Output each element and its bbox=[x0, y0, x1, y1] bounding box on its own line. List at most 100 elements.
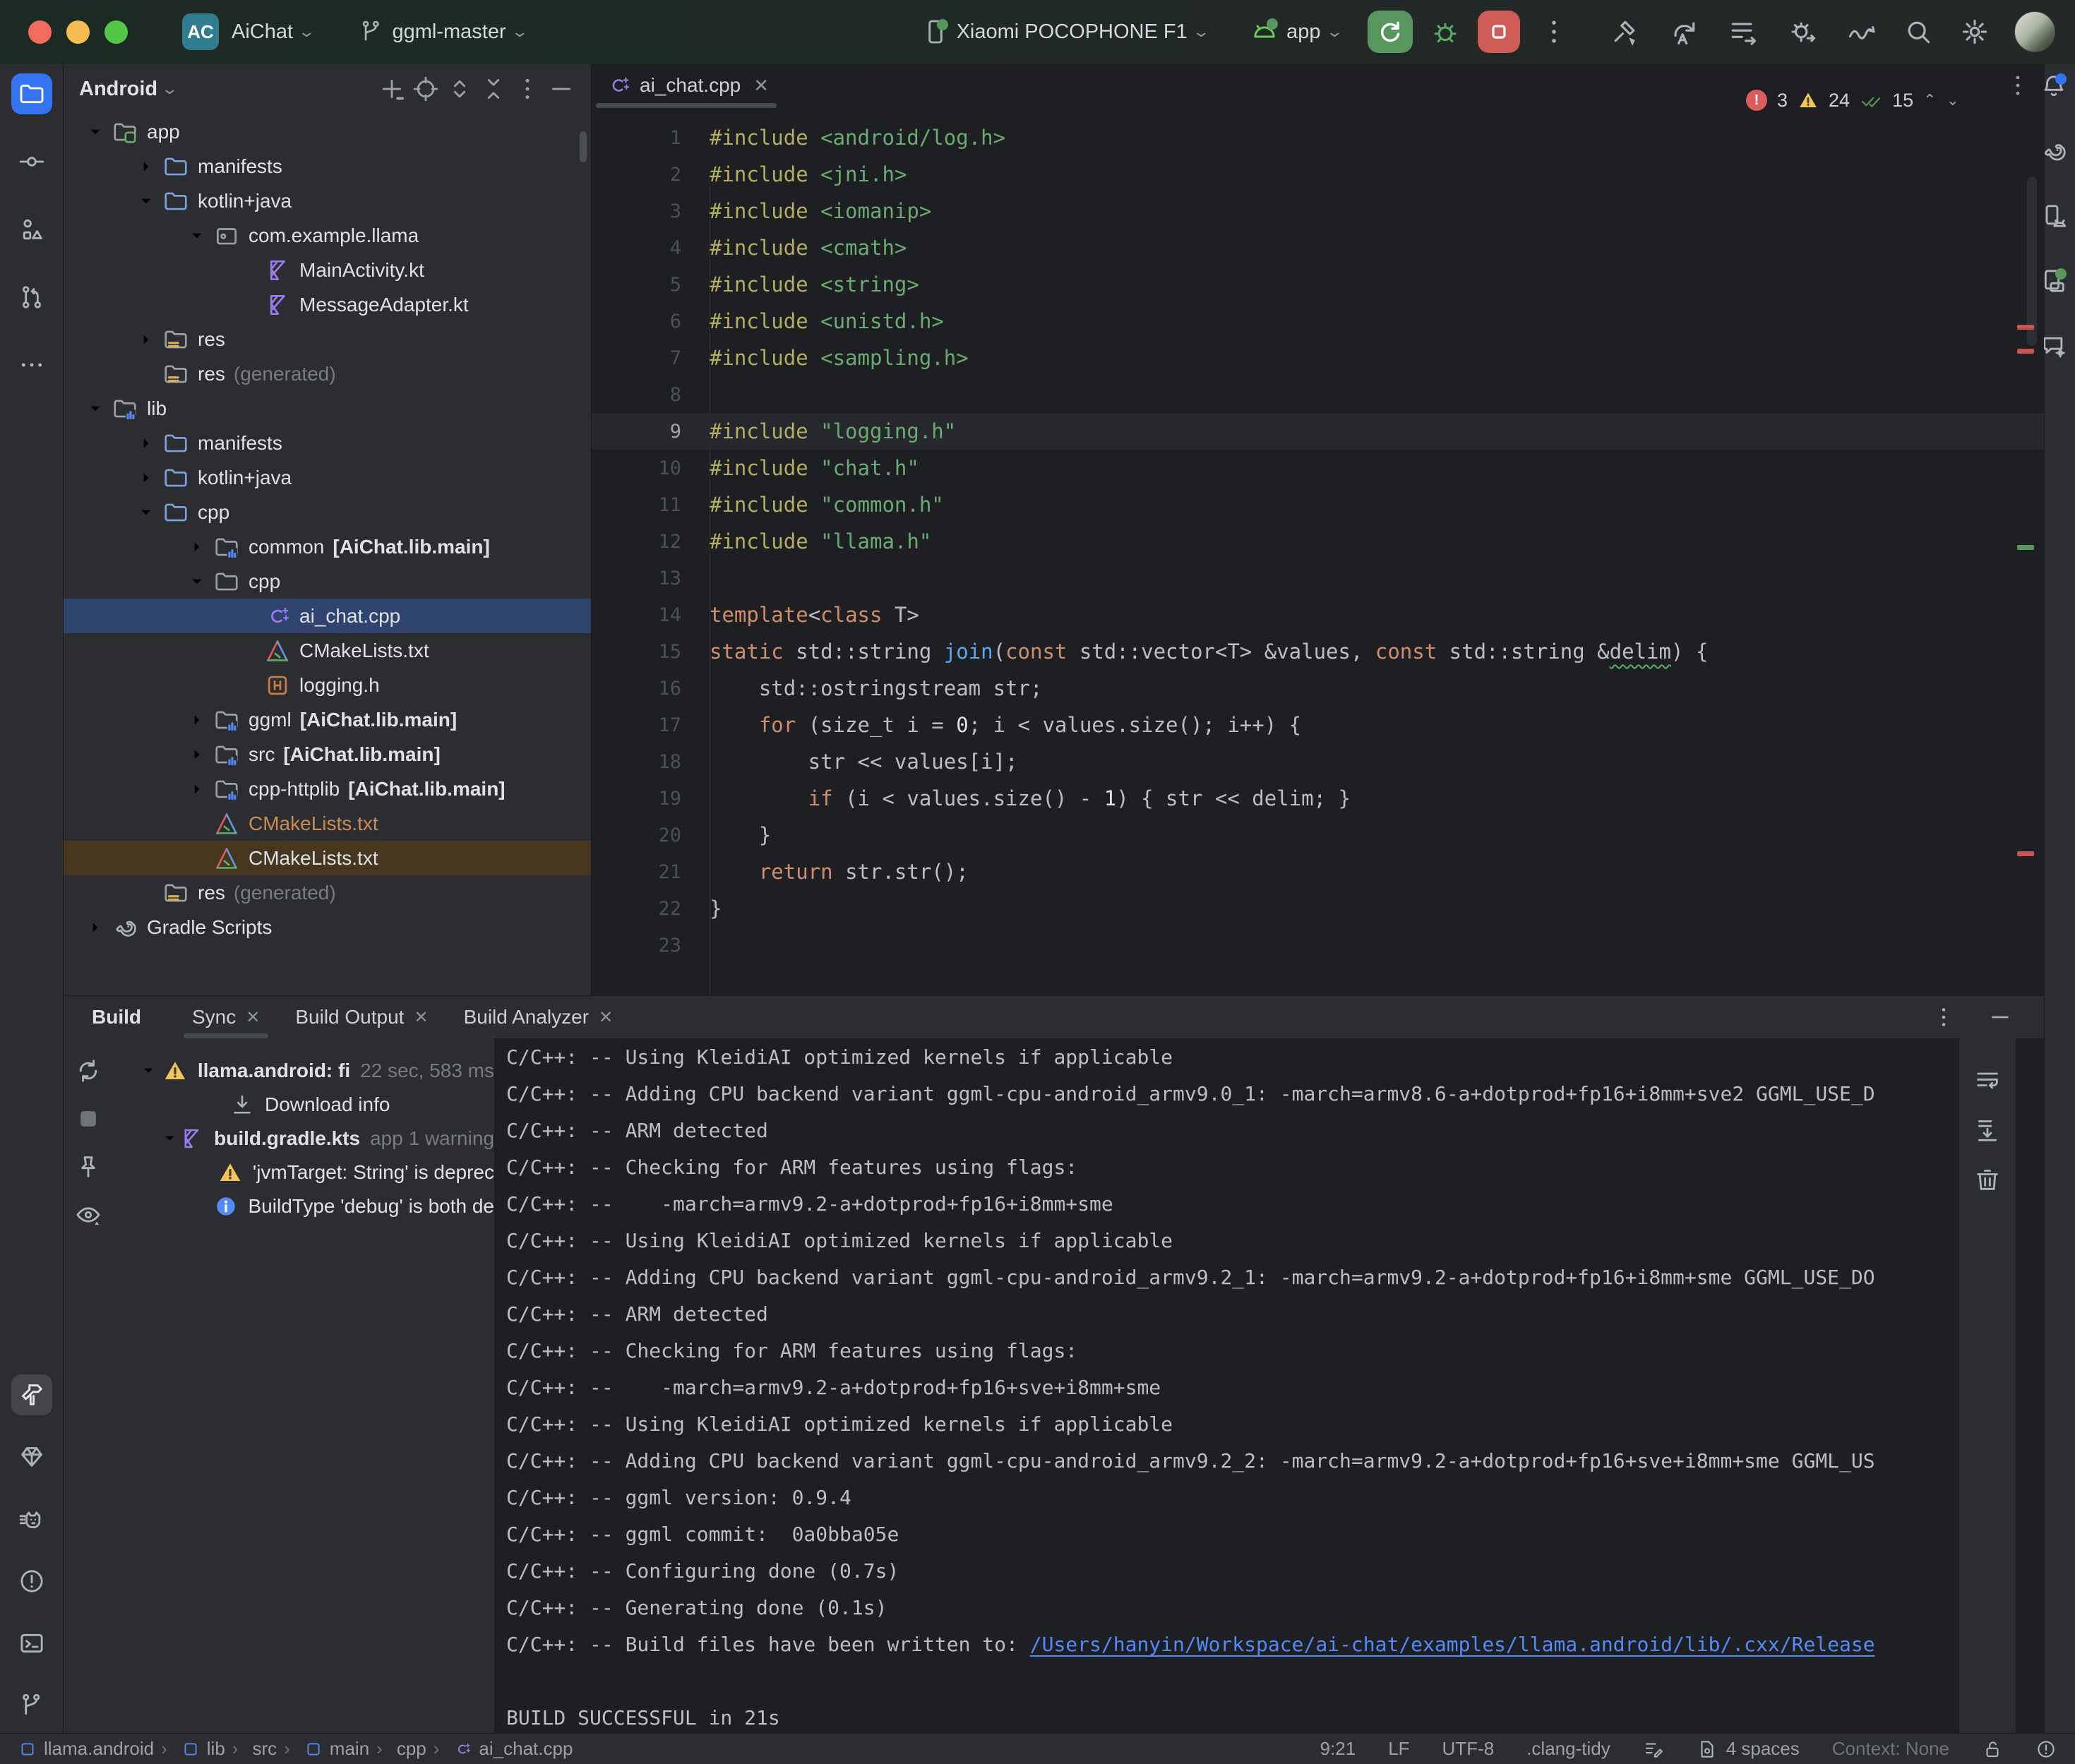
tree-item[interactable]: res (generated) bbox=[64, 356, 591, 391]
tree-item[interactable]: res bbox=[64, 322, 591, 356]
code-line[interactable]: 2 #include <jni.h> bbox=[592, 156, 2044, 193]
tree-expand-chevron[interactable] bbox=[83, 392, 107, 425]
build-tree-row[interactable]: BuildType 'debug' is both de bbox=[113, 1189, 494, 1223]
build-tree-row[interactable]: Download info bbox=[113, 1088, 494, 1122]
tree-item[interactable]: logging.h bbox=[64, 668, 591, 702]
breadcrumb-item[interactable]: llama.android bbox=[18, 1738, 154, 1760]
context-indicator[interactable]: Context: None bbox=[1832, 1738, 1949, 1760]
breadcrumb-item[interactable]: ai_chat.cpp bbox=[433, 1738, 573, 1760]
error-stripe-mark[interactable] bbox=[2017, 851, 2034, 856]
code-line[interactable]: 6 #include <unistd.h> bbox=[592, 303, 2044, 340]
error-highlighting-icon[interactable] bbox=[2035, 1739, 2057, 1760]
stop-button[interactable] bbox=[1478, 11, 1520, 53]
commit-tool-button[interactable] bbox=[11, 141, 52, 182]
rerun-button[interactable] bbox=[1368, 11, 1413, 53]
error-stripe-mark[interactable] bbox=[2017, 349, 2034, 354]
close-tab-icon[interactable]: ✕ bbox=[246, 1007, 260, 1028]
code-line[interactable]: 17 for (size_t i = 0; i < values.size();… bbox=[592, 707, 2044, 743]
apply-changes-icon[interactable] bbox=[1668, 16, 1699, 47]
close-tab-icon[interactable]: ✕ bbox=[599, 1007, 613, 1028]
tree-item[interactable]: MainActivity.kt bbox=[64, 253, 591, 287]
code-line[interactable]: 14 template<class T> bbox=[592, 596, 2044, 633]
change-stripe-mark[interactable] bbox=[2017, 545, 2034, 550]
build-tree-row[interactable]: 'jvmTarget: String' is deprec bbox=[113, 1156, 494, 1189]
tree-expand-chevron[interactable] bbox=[181, 535, 213, 559]
tree-item[interactable]: res (generated) bbox=[64, 875, 591, 910]
breadcrumb-item[interactable]: src bbox=[232, 1738, 277, 1760]
tree-item[interactable]: app bbox=[64, 114, 591, 149]
tree-expand-chevron[interactable] bbox=[181, 777, 213, 801]
filter-eye-icon[interactable] bbox=[74, 1201, 102, 1229]
project-tool-button[interactable] bbox=[11, 73, 52, 114]
inspections-settings-icon[interactable] bbox=[1643, 1739, 1664, 1760]
macos-zoom-button[interactable] bbox=[104, 20, 128, 44]
pin-icon[interactable] bbox=[74, 1153, 102, 1181]
tree-expand-chevron[interactable] bbox=[181, 743, 213, 767]
code-line[interactable]: 11 #include "common.h" bbox=[592, 486, 2044, 523]
breadcrumb-item[interactable]: main bbox=[284, 1738, 369, 1760]
code-line[interactable]: 5 #include <string> bbox=[592, 266, 2044, 303]
build-tree-row[interactable]: build.gradle.kts app 1 warning bbox=[113, 1122, 494, 1156]
macos-close-button[interactable] bbox=[28, 20, 52, 44]
structure-tool-button[interactable] bbox=[11, 209, 52, 250]
editor-tab[interactable]: ai_chat.cpp ✕ bbox=[592, 64, 782, 107]
code-line[interactable]: 9 #include "logging.h" bbox=[592, 413, 2044, 450]
device-selector[interactable]: Xiaomi POCOPHONE F1 ⌄ bbox=[921, 18, 1208, 46]
analyzer-indicator[interactable]: .clang-tidy bbox=[1526, 1738, 1610, 1760]
code-line[interactable]: 16 std::ostringstream str; bbox=[592, 670, 2044, 707]
soft-wrap-icon[interactable] bbox=[1973, 1067, 2002, 1095]
tree-item[interactable]: src [AiChat.lib.main] bbox=[64, 737, 591, 772]
tree-expand-chevron[interactable] bbox=[134, 496, 158, 529]
build-output-path-link[interactable]: /Users/hanyin/Workspace/ai-chat/examples… bbox=[1030, 1633, 1875, 1656]
code-line[interactable]: 8 bbox=[592, 376, 2044, 413]
pull-requests-tool-button[interactable] bbox=[11, 277, 52, 318]
stop-sync-icon[interactable] bbox=[74, 1105, 102, 1133]
profiler-icon[interactable] bbox=[1846, 16, 1877, 47]
tree-expand-chevron[interactable] bbox=[181, 708, 213, 732]
tree-expand-chevron[interactable] bbox=[138, 1057, 160, 1084]
tree-item[interactable]: cpp-httplib [AiChat.lib.main] bbox=[64, 772, 591, 806]
clear-all-trash-icon[interactable] bbox=[1973, 1165, 2002, 1194]
tree-expand-chevron[interactable] bbox=[130, 328, 162, 352]
tree-item[interactable]: cpp bbox=[64, 495, 591, 529]
locate-file-button[interactable] bbox=[412, 75, 440, 103]
panel-options-kebab[interactable] bbox=[513, 75, 542, 103]
scroll-to-end-icon[interactable] bbox=[1973, 1116, 2002, 1144]
previous-problem-chevron[interactable]: ⌃ bbox=[1923, 91, 1936, 109]
tree-expand-chevron[interactable] bbox=[185, 220, 209, 252]
tree-expand-chevron[interactable] bbox=[159, 1130, 181, 1148]
tree-item[interactable]: CMakeLists.txt bbox=[64, 806, 591, 841]
encoding-indicator[interactable]: UTF-8 bbox=[1442, 1738, 1495, 1760]
editor-options-kebab[interactable] bbox=[2004, 72, 2031, 99]
build-tree-row[interactable]: llama.android: fi 22 sec, 583 ms bbox=[113, 1054, 494, 1088]
tree-item[interactable]: lib bbox=[64, 391, 591, 426]
tree-expand-chevron[interactable] bbox=[130, 431, 162, 455]
code-line[interactable]: 13 bbox=[592, 560, 2044, 596]
more-actions-kebab[interactable] bbox=[1538, 16, 1569, 47]
tree-item[interactable]: com.example.llama bbox=[64, 218, 591, 253]
code-line[interactable]: 18 str << values[i]; bbox=[592, 743, 2044, 780]
build-tool-button[interactable] bbox=[11, 1374, 52, 1415]
code-line[interactable]: 20 } bbox=[592, 817, 2044, 853]
tree-item[interactable]: manifests bbox=[64, 426, 591, 460]
code-line[interactable]: 10 #include "chat.h" bbox=[592, 450, 2044, 486]
vcs-branch-selector[interactable]: ggml-master ⌄ bbox=[358, 18, 526, 45]
add-button[interactable] bbox=[378, 75, 406, 103]
search-everywhere-icon[interactable] bbox=[1903, 16, 1934, 47]
code-line[interactable]: 3 #include <iomanip> bbox=[592, 193, 2044, 229]
tree-item[interactable]: ggml [AiChat.lib.main] bbox=[64, 702, 591, 737]
tab-build-analyzer[interactable]: Build Analyzer ✕ bbox=[451, 996, 626, 1038]
code-line[interactable]: 23 bbox=[592, 927, 2044, 964]
code-line[interactable]: 4 #include <cmath> bbox=[592, 229, 2044, 266]
project-selector[interactable]: AiChat ⌄ bbox=[232, 20, 313, 44]
run-configuration-selector[interactable]: app ⌄ bbox=[1250, 17, 1341, 47]
tree-item[interactable]: common [AiChat.lib.main] bbox=[64, 529, 591, 564]
build-hammer-icon[interactable] bbox=[1609, 16, 1640, 47]
attach-debugger-icon[interactable] bbox=[1787, 16, 1818, 47]
tree-item[interactable]: cpp bbox=[64, 564, 591, 599]
error-stripe-mark[interactable] bbox=[2017, 325, 2034, 330]
tree-item[interactable]: CMakeLists.txt bbox=[64, 841, 591, 875]
code-line[interactable]: 1 #include <android/log.h> bbox=[592, 119, 2044, 156]
tree-expand-chevron[interactable] bbox=[79, 916, 112, 940]
code-line[interactable]: 15 static std::string join(const std::ve… bbox=[592, 633, 2044, 670]
